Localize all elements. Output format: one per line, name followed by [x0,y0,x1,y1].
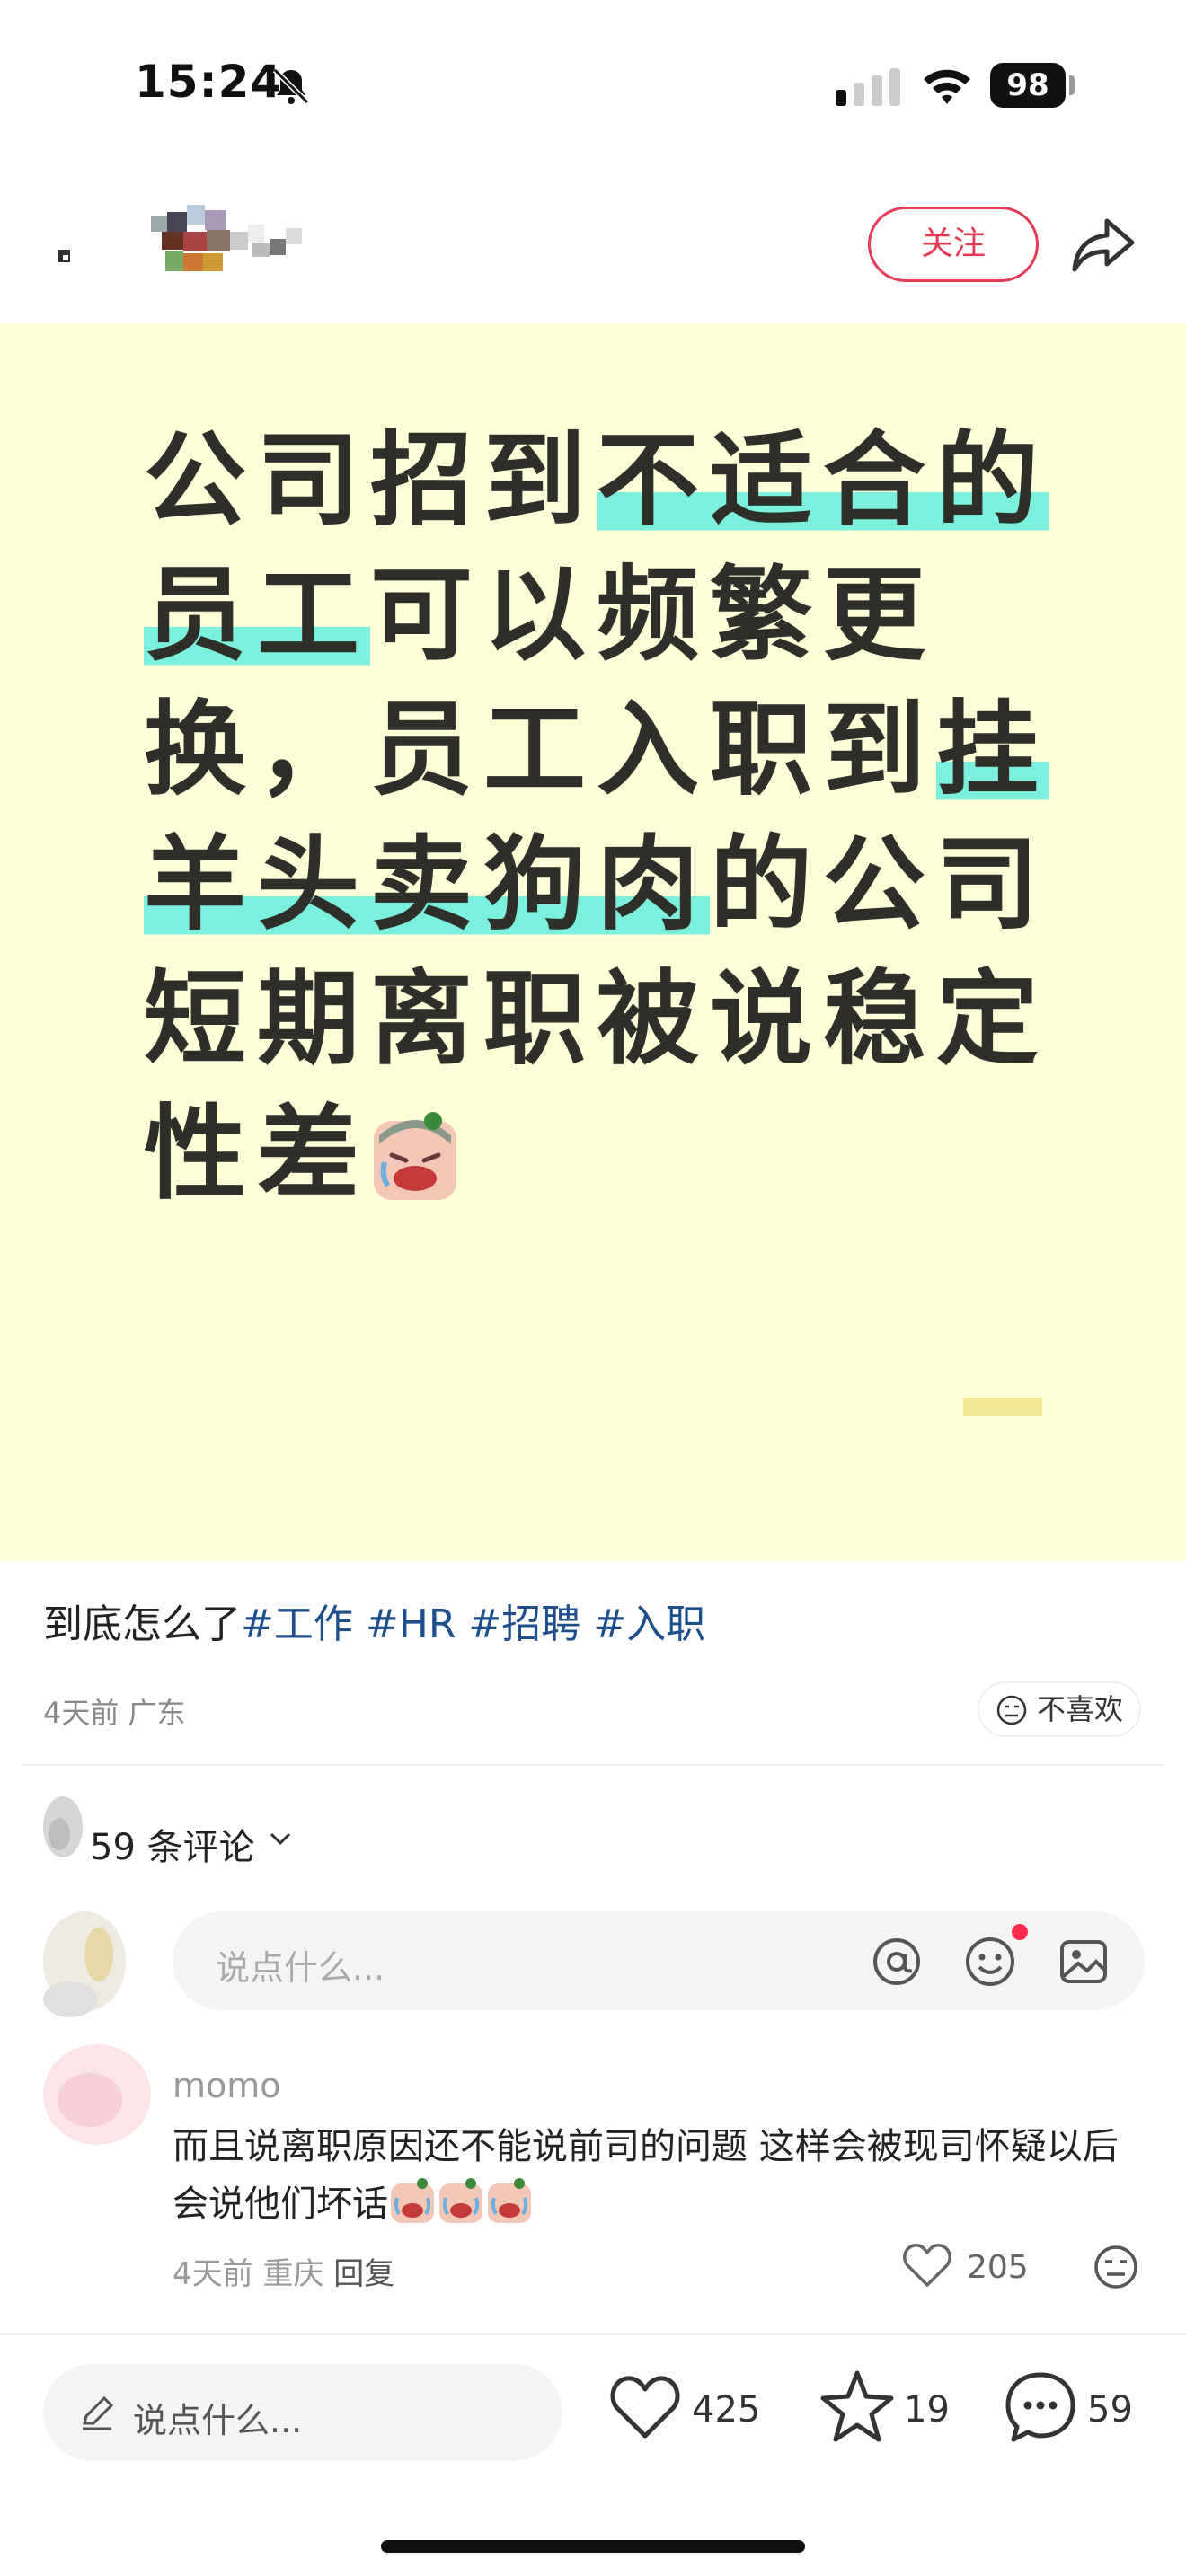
headline-highlight: 不适合的 [597,420,1050,540]
comment-count-bottom: 59 [1087,2389,1133,2430]
neutral-face-icon [996,1695,1027,1725]
emoji-icon[interactable] [963,1935,1017,1989]
hashtag-link[interactable]: #工作 [241,1601,353,1647]
caption-text: 到底怎么了 [43,1601,241,1647]
heart-icon[interactable] [609,2373,681,2441]
post-meta: 4天前 广东 [43,1696,186,1730]
battery-icon: 98 [990,63,1066,108]
comment-text: 而且说离职原因还不能说前司的问题 这样会被现司怀疑以后会说他们坏话 [173,2118,1143,2233]
wifi-icon [924,69,970,104]
status-bar: 15:24 98 [0,0,1186,171]
comment-input[interactable]: 说点什么... [173,1911,1145,2010]
dislike-button[interactable]: 不喜欢 [978,1681,1141,1737]
comment-input-placeholder: 说点什么... [216,1948,385,1988]
bell-slash-icon [272,67,310,105]
at-icon[interactable] [870,1935,924,1989]
heart-icon[interactable] [902,2242,952,2289]
image-icon[interactable] [1057,1935,1111,1989]
signal-icon [836,68,900,106]
bottom-comment-input[interactable]: 说点什么... [43,2364,562,2461]
battery-tip [1069,75,1075,95]
chat-icon[interactable] [1003,2369,1078,2445]
dislike-label: 不喜欢 [1037,1692,1124,1726]
comment-username[interactable]: momo [173,2066,281,2105]
chevron-down-icon[interactable] [268,1829,293,1848]
post-caption: 到底怎么了#工作 #HR #招聘 #入职 [43,1592,705,1649]
pencil-icon [83,2395,114,2430]
top-nav: 关注 [0,171,1186,323]
star-count: 19 [904,2389,950,2430]
hashtag-link[interactable]: #招聘 [468,1601,580,1647]
author-avatar[interactable] [126,189,323,287]
bottom-input-placeholder: 说点什么... [133,2401,303,2440]
comment-body: 而且说离职原因还不能说前司的问题 这样会被现司怀疑以后会说他们坏话 [173,2126,1119,2225]
like-count: 425 [692,2389,761,2430]
hashtag-link[interactable]: #HR [366,1601,456,1647]
follow-button[interactable]: 关注 [868,207,1039,282]
hashtag-link[interactable]: #入职 [593,1601,705,1647]
crying-face-icon [439,2178,482,2223]
page-indicator [963,1398,1042,1416]
bottom-bar: 说点什么... 425 19 59 [0,2333,1186,2576]
comment-time-location: 4天前 重庆 [173,2256,324,2292]
comment-meta: 4天前 重庆 回复 [173,2249,394,2293]
post-headline: 公司招到不适合的员工可以频繁更换，员工入职到挂羊头卖狗肉的公司短期离职被说稳定性… [144,413,1060,1222]
avatar [43,1911,126,2017]
avatar[interactable] [34,2041,160,2148]
notification-dot [1012,1924,1028,1940]
avatar [43,1796,83,1857]
headline-highlight: 卖狗肉 [370,825,711,944]
headline-highlight: 员工 [144,555,371,675]
back-icon[interactable] [54,244,77,268]
crying-face-icon [374,1112,457,1200]
home-indicator[interactable] [381,2540,805,2553]
post-image[interactable]: 公司招到不适合的员工可以频繁更换，员工入职到挂羊头卖狗肉的公司短期离职被说稳定性… [0,323,1186,1561]
status-time: 15:24 [135,56,283,108]
neutral-face-icon[interactable] [1093,2244,1139,2290]
crying-face-icon [488,2178,531,2223]
share-icon[interactable] [1069,214,1137,275]
headline-segment: 公司招到 [144,420,597,540]
crying-face-icon [391,2178,434,2223]
star-icon[interactable] [819,2369,895,2443]
comment-count[interactable]: 59 条评论 [90,1818,255,1870]
headline-segment: 员工入职到 [370,690,937,809]
reply-button[interactable]: 回复 [333,2256,394,2292]
comment-like-count: 205 [967,2249,1029,2286]
divider [22,1764,1164,1766]
